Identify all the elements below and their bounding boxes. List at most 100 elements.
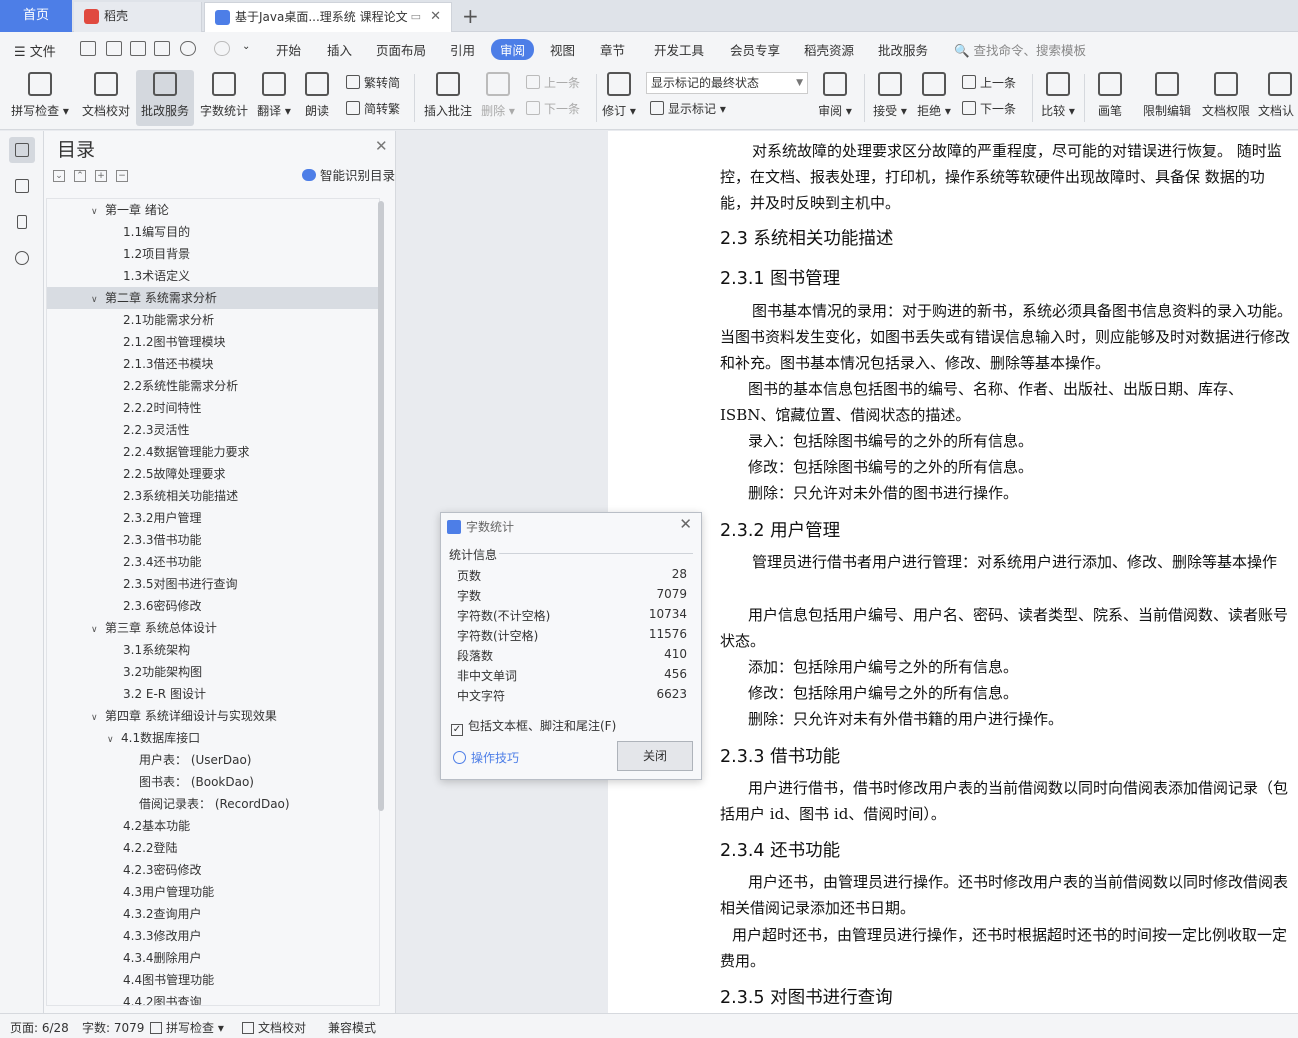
add-heading-icon[interactable]: + — [95, 170, 107, 182]
toc-item[interactable]: 4.3用户管理功能 — [47, 881, 379, 903]
insert-comment-button[interactable]: 插入批注 — [420, 70, 476, 126]
compare-button[interactable]: 比较 ▾ — [1038, 70, 1078, 126]
status-spell-check[interactable]: 拼写检查 ▾ — [150, 1019, 224, 1036]
new-tab-icon[interactable]: + — [462, 4, 479, 28]
document-page[interactable]: 对系统故障的处理要求区分故障的严重程度，尽可能的对错误进行恢复。 随时监控，在文… — [608, 131, 1298, 1013]
toc-item[interactable]: 1.3术语定义 — [47, 265, 379, 287]
menu-tab[interactable]: 开发工具 — [654, 40, 704, 59]
customize-quick-access-icon[interactable]: ⌄ — [242, 41, 252, 56]
menu-tab[interactable]: 插入 — [327, 40, 352, 59]
menu-tab[interactable]: 审阅 — [491, 39, 535, 60]
toc-item[interactable]: 4.3.2查询用户 — [47, 903, 379, 925]
menu-tab[interactable]: 批改服务 — [878, 40, 928, 59]
window-monitor-icon[interactable]: ▭ — [411, 3, 421, 31]
show-markup-button[interactable]: 显示标记 ▾ — [650, 100, 726, 120]
print-icon[interactable] — [130, 41, 146, 56]
spell-check-button[interactable]: 拼写检查 ▾ — [6, 70, 74, 126]
toc-item[interactable]: 4.2.3密码修改 — [47, 859, 379, 881]
command-search[interactable]: 🔍 查找命令、搜索模板 — [954, 40, 1086, 59]
accept-button[interactable]: 接受 ▾ — [870, 70, 910, 126]
close-icon[interactable]: ✕ — [679, 515, 692, 533]
bookmark-icon[interactable] — [9, 209, 35, 235]
review-pane-button[interactable]: 审阅 ▾ — [814, 70, 856, 126]
toc-item[interactable]: 图书表： (BookDao) — [47, 771, 379, 793]
search-icon[interactable] — [9, 245, 35, 271]
toc-item[interactable]: 4.4图书管理功能 — [47, 969, 379, 991]
tips-link[interactable]: 操作技巧 — [453, 749, 519, 766]
toc-item[interactable]: 1.1编写目的 — [47, 221, 379, 243]
toc-item[interactable]: 4.2基本功能 — [47, 815, 379, 837]
delete-comment-button[interactable]: 删除 ▾ — [478, 70, 518, 126]
toc-item[interactable]: 2.3.5对图书进行查询 — [47, 573, 379, 595]
chevron-down-icon[interactable]: ∨ — [91, 289, 105, 311]
toc-item[interactable]: 2.2系统性能需求分析 — [47, 375, 379, 397]
toc-item[interactable]: 4.3.3修改用户 — [47, 925, 379, 947]
toc-item[interactable]: ∨ 第一章 绪论 — [47, 199, 379, 221]
chevron-down-icon[interactable]: ∨ — [91, 201, 105, 223]
remove-heading-icon[interactable]: − — [116, 170, 128, 182]
menu-tab[interactable]: 开始 — [276, 40, 301, 59]
toc-item[interactable]: 借阅记录表： (RecordDao) — [47, 793, 379, 815]
toc-item[interactable]: 4.2.2登陆 — [47, 837, 379, 859]
prev-change-button[interactable]: 上一条 — [962, 74, 1016, 94]
page-indicator[interactable]: 页面: 6/28 — [10, 1019, 69, 1036]
chevron-down-icon[interactable]: ∨ — [91, 619, 105, 641]
trad-to-simp-button[interactable]: 繁转简 — [346, 74, 400, 94]
toc-item[interactable]: 2.1.3借还书模块 — [47, 353, 379, 375]
chevron-down-icon[interactable]: ∨ — [107, 729, 121, 751]
menu-tab[interactable]: 页面布局 — [376, 40, 426, 59]
doc-permission-button[interactable]: 文档权限 — [1198, 70, 1254, 126]
save-icon[interactable] — [80, 41, 96, 56]
next-change-button[interactable]: 下一条 — [962, 100, 1016, 120]
restrict-editing-button[interactable]: 限制编辑 — [1138, 70, 1196, 126]
pen-button[interactable]: 画笔 — [1090, 70, 1130, 126]
close-tab-icon[interactable]: ✕ — [430, 3, 441, 31]
correct-service-button[interactable]: 批改服务 — [136, 70, 194, 126]
toc-item[interactable]: 3.2功能架构图 — [47, 661, 379, 683]
file-menu[interactable]: ☰ 文件 — [14, 41, 56, 60]
toc-item[interactable]: 2.3.4还书功能 — [47, 551, 379, 573]
menu-tab[interactable]: 稻壳资源 — [804, 40, 854, 59]
simp-to-trad-button[interactable]: 简转繁 — [346, 100, 400, 120]
toc-item[interactable]: 4.4.2图书查询 — [47, 991, 379, 1005]
export-pdf-icon[interactable] — [106, 41, 122, 56]
reject-button[interactable]: 拒绝 ▾ — [914, 70, 954, 126]
menu-tab[interactable]: 章节 — [600, 40, 625, 59]
toc-item[interactable]: ∨ 第四章 系统详细设计与实现效果 — [47, 705, 379, 727]
toc-item[interactable]: 2.1.2图书管理模块 — [47, 331, 379, 353]
print-preview-icon[interactable] — [154, 41, 170, 56]
toc-item[interactable]: 1.2项目背景 — [47, 243, 379, 265]
toc-scrollbar[interactable] — [378, 201, 384, 811]
undo-icon[interactable] — [180, 41, 196, 56]
tab-home[interactable]: 首页 — [0, 0, 72, 32]
chevron-down-icon[interactable]: ∨ — [91, 707, 105, 729]
toc-item[interactable]: ∨ 4.1数据库接口 — [47, 727, 379, 749]
collapse-all-icon[interactable]: ⌄ — [53, 170, 65, 182]
toc-item[interactable]: 2.2.4数据管理能力要求 — [47, 441, 379, 463]
read-aloud-button[interactable]: 朗读 — [298, 70, 336, 126]
toc-item[interactable]: 2.3.2用户管理 — [47, 507, 379, 529]
word-count-indicator[interactable]: 字数: 7079 — [82, 1019, 144, 1036]
chapter-nav-icon[interactable] — [9, 173, 35, 199]
word-count-button[interactable]: 字数统计 — [196, 70, 252, 126]
toc-panel-icon[interactable] — [9, 137, 35, 163]
close-icon[interactable]: ✕ — [375, 137, 388, 155]
markup-mode-select[interactable]: 显示标记的最终状态 ▼ — [646, 72, 808, 94]
smart-toc-button[interactable]: 智能识别目录 — [302, 165, 395, 184]
toc-item[interactable]: ∨ 第二章 系统需求分析 — [47, 287, 379, 309]
toc-item[interactable]: 用户表： (UserDao) — [47, 749, 379, 771]
toc-item[interactable]: 2.2.3灵活性 — [47, 419, 379, 441]
include-textbox-checkbox[interactable]: ✓ 包括文本框、脚注和尾注(F) — [451, 717, 616, 736]
toc-item[interactable]: 2.3.3借书功能 — [47, 529, 379, 551]
toc-item[interactable]: 2.3系统相关功能描述 — [47, 485, 379, 507]
next-comment-button[interactable]: 下一条 — [526, 100, 580, 120]
toc-item[interactable]: ∨ 第三章 系统总体设计 — [47, 617, 379, 639]
toc-item[interactable]: 2.2.2时间特性 — [47, 397, 379, 419]
tab-docer[interactable]: 稻壳 — [74, 2, 202, 32]
toc-item[interactable]: 2.3.6密码修改 — [47, 595, 379, 617]
menu-tab[interactable]: 引用 — [450, 40, 475, 59]
menu-tab[interactable]: 会员专享 — [730, 40, 780, 59]
toc-item[interactable]: 4.3.4删除用户 — [47, 947, 379, 969]
status-doc-proof[interactable]: 文档校对 — [242, 1019, 306, 1036]
translate-button[interactable]: 翻译 ▾ — [254, 70, 294, 126]
